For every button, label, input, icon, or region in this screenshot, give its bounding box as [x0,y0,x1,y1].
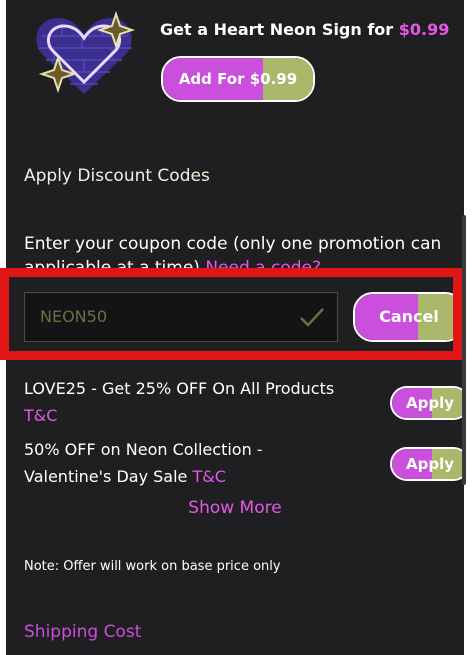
offer-description-line2: Valentine's Day Sale [24,467,188,486]
upsell-price: $0.99 [398,20,450,39]
offer-note: Note: Offer will work on base price only [24,559,281,574]
cancel-label: Cancel [379,307,439,326]
apply-label: Apply [405,455,454,473]
scrollbar[interactable] [462,215,466,485]
offer-item-valentine: 50% OFF on Neon Collection - Valentine's… [24,436,263,490]
coupon-description-line1: Enter your coupon code (only one promoti… [24,234,442,254]
shipping-cost-title: Shipping Cost [24,622,142,642]
offer-description-line1: 50% OFF on Neon Collection - [24,440,263,459]
show-more-link[interactable]: Show More [6,498,464,518]
apply-button-valentine[interactable]: Apply [390,447,464,481]
add-upsell-button[interactable]: Add For $0.99 [161,56,315,102]
heart-neon-image [32,10,140,100]
cancel-coupon-button[interactable]: Cancel [353,292,464,342]
upsell-text: Get a Heart Neon Sign for $0.99 [160,20,449,39]
tc-link[interactable]: T&C [24,406,57,425]
add-upsell-label: Add For $0.99 [178,70,298,88]
apply-button-love25[interactable]: Apply [390,386,464,420]
upsell-label: Get a Heart Neon Sign for [160,20,399,39]
offer-description: LOVE25 - Get 25% OFF On All Products [24,379,335,398]
offer-item-love25: LOVE25 - Get 25% OFF On All Products T&C [24,375,334,429]
tc-link[interactable]: T&C [192,467,225,486]
apply-label: Apply [405,394,454,412]
discount-section-title: Apply Discount Codes [24,166,210,186]
